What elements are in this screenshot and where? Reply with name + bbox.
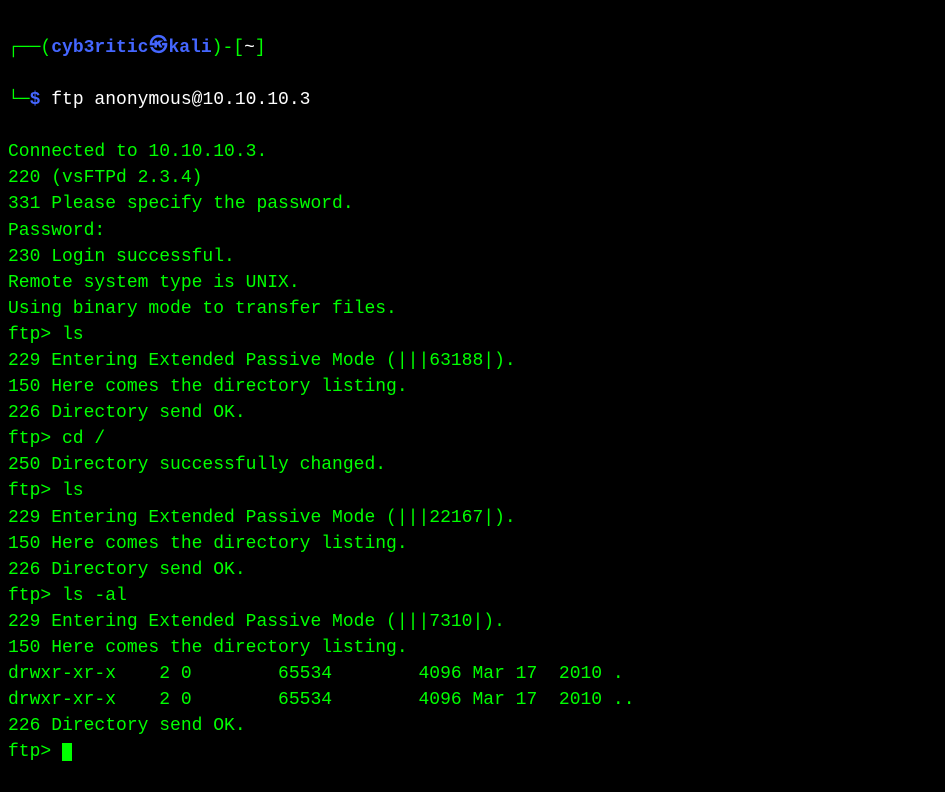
prompt-lparen: ( (40, 38, 51, 58)
prompt-user: cyb3ritic (51, 38, 148, 58)
output-line: 150 Here comes the directory listing. (8, 377, 408, 397)
output-line: Remote system type is UNIX. (8, 273, 300, 293)
output-line: 230 Login successful. (8, 247, 235, 267)
output-line: 150 Here comes the directory listing. (8, 534, 408, 554)
output-line: drwxr-xr-x 2 0 65534 4096 Mar 17 2010 . (8, 664, 624, 684)
output-line: 250 Directory successfully changed. (8, 455, 386, 475)
ftp-prompt-line: ftp> ls (8, 481, 84, 501)
prompt-lbracket: [ (233, 38, 244, 58)
output-line: 331 Please specify the password. (8, 194, 354, 214)
output-line: 229 Entering Extended Passive Mode (|||7… (8, 612, 505, 632)
output-line: drwxr-xr-x 2 0 65534 4096 Mar 17 2010 .. (8, 690, 635, 710)
output-line: Password: (8, 221, 105, 241)
ftp-prompt-active[interactable]: ftp> (8, 739, 937, 765)
prompt-corner-bottom: └─ (8, 90, 30, 110)
output-line: 229 Entering Extended Passive Mode (|||6… (8, 351, 516, 371)
ps1-line-2: └─$ ftp anonymous@10.10.10.3 (8, 87, 937, 113)
output-line: 150 Here comes the directory listing. (8, 638, 408, 658)
output-line: 226 Directory send OK. (8, 560, 246, 580)
ftp-prompt-text: ftp> (8, 742, 62, 762)
ftp-prompt-line: ftp> ls (8, 325, 84, 345)
output-line: 226 Directory send OK. (8, 716, 246, 736)
prompt-dollar: $ (30, 90, 41, 110)
prompt-dash: - (222, 38, 233, 58)
prompt-rbracket: ] (255, 38, 266, 58)
ftp-prompt-line: ftp> cd / (8, 429, 105, 449)
typed-command: ftp anonymous@10.10.10.3 (40, 90, 310, 110)
skull-icon: ㉿ (149, 34, 167, 60)
ps1-line-1: ┌──(cyb3ritic㉿kali)-[~] (8, 34, 937, 61)
ftp-prompt-line: ftp> ls -al (8, 586, 127, 606)
prompt-host: kali (168, 38, 211, 58)
output-line: 229 Entering Extended Passive Mode (|||2… (8, 508, 516, 528)
output-line: Using binary mode to transfer files. (8, 299, 397, 319)
output-line: 220 (vsFTPd 2.3.4) (8, 168, 202, 188)
cursor-icon (62, 743, 72, 761)
prompt-corner-top: ┌── (8, 38, 40, 58)
terminal-window[interactable]: ┌──(cyb3ritic㉿kali)-[~] └─$ ftp anonymou… (8, 8, 937, 792)
prompt-rparen: ) (212, 38, 223, 58)
output-line: 226 Directory send OK. (8, 403, 246, 423)
prompt-cwd: ~ (244, 38, 255, 58)
output-line: Connected to 10.10.10.3. (8, 142, 267, 162)
